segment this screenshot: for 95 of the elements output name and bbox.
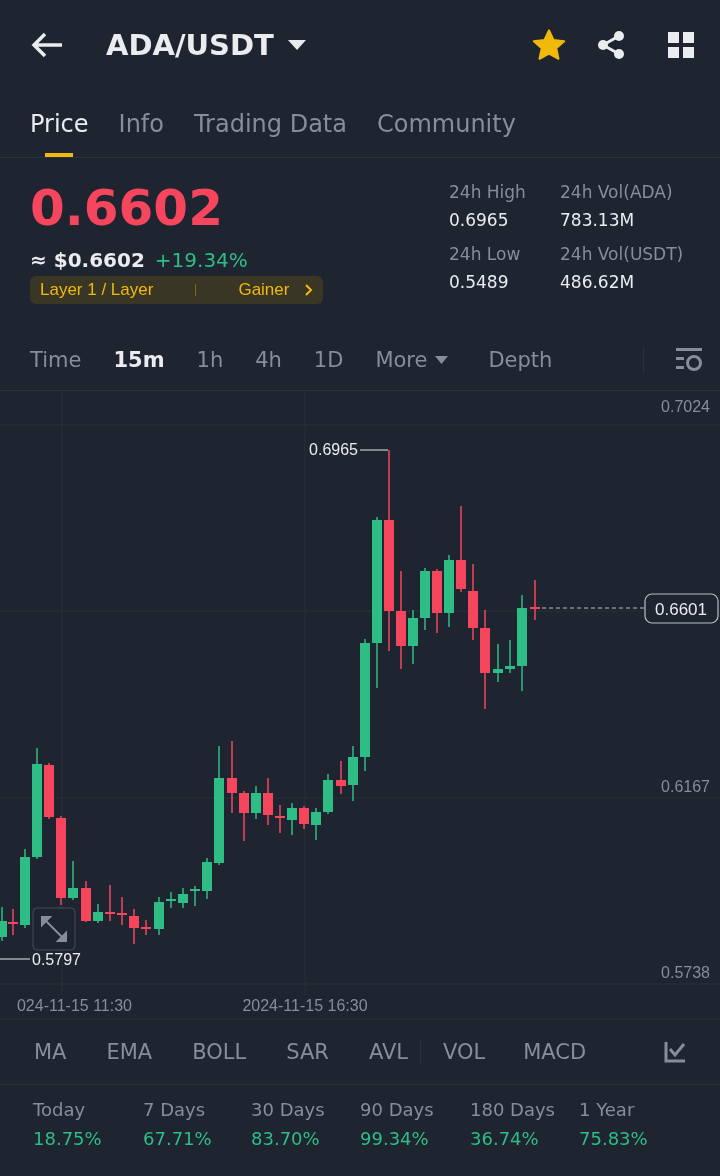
price-axis-label: 0.5738 (661, 964, 710, 981)
indicator-tab[interactable]: BOLL (192, 1040, 247, 1064)
candle (493, 643, 503, 683)
candle (275, 804, 285, 834)
candle (166, 891, 176, 909)
tab[interactable]: Info (118, 90, 164, 157)
price-change: +19.34% (154, 248, 248, 272)
last-price: 0.6602 (30, 180, 224, 236)
interval-tab[interactable]: 15m (113, 348, 165, 372)
stat-value: 0.6965 (449, 210, 510, 230)
caret-icon (435, 356, 449, 364)
period-label: 1 Year (579, 1099, 636, 1120)
candle (202, 857, 212, 900)
period-label: 90 Days (360, 1099, 435, 1120)
tag-label: Gainer (238, 280, 290, 300)
indicator-tab[interactable]: EMA (106, 1040, 153, 1064)
candle (263, 777, 273, 826)
stat-label: 24h Vol(ADA) (560, 182, 674, 202)
candle (178, 887, 188, 909)
candle (68, 860, 78, 901)
last-price-label: 0.6601 (644, 593, 719, 624)
period-label: 7 Days (143, 1099, 207, 1120)
time-axis-label: 2024-11-15 16:30 (242, 997, 368, 1014)
leader-line (359, 449, 389, 451)
candle (81, 880, 91, 923)
candle (8, 908, 18, 936)
interval-tab[interactable]: 4h (255, 348, 282, 372)
low-price-marker: 0.5797 (32, 951, 81, 968)
candle (348, 745, 358, 802)
leader-line (0, 958, 31, 960)
candle (251, 785, 261, 820)
candle (117, 896, 127, 926)
candle (336, 760, 346, 795)
indicator-tab[interactable]: SAR (286, 1040, 329, 1064)
candle (432, 568, 442, 634)
candle (505, 639, 515, 674)
indicator-tab[interactable]: MA (34, 1040, 67, 1064)
chart-settings-icon[interactable] (676, 348, 702, 372)
stat-label: 24h Vol(USDT) (560, 244, 685, 264)
period-change: 83.70% (251, 1128, 321, 1149)
chart-indicator-icon[interactable] (664, 1041, 686, 1063)
period-change: 75.83% (579, 1128, 649, 1149)
candle (311, 807, 321, 841)
chevron-icon (305, 284, 314, 296)
interval-tab[interactable]: Time (30, 348, 82, 372)
tab[interactable]: Trading Data (193, 90, 347, 157)
period-change: 99.34% (360, 1128, 430, 1149)
candle (105, 884, 115, 922)
period-change: 18.75% (33, 1128, 103, 1149)
tag-bar[interactable]: Layer 1 / Layer Gainer (30, 276, 324, 304)
favorite-star-icon[interactable] (532, 29, 566, 61)
high-price-marker: 0.6965 (309, 441, 358, 458)
candle (44, 762, 54, 820)
candle (287, 802, 297, 836)
interval-tab[interactable]: More (375, 348, 449, 372)
tab[interactable]: Community (376, 90, 516, 157)
share-icon[interactable] (596, 30, 626, 60)
stat-label: 24h High (449, 182, 527, 202)
candle (141, 919, 151, 936)
price-axis-label: 0.6167 (661, 778, 710, 795)
candle (93, 903, 103, 924)
candle (129, 908, 139, 945)
candle (239, 790, 249, 842)
candle (299, 805, 309, 830)
interval-tab[interactable]: 1D (313, 348, 344, 372)
expand-icon[interactable] (32, 907, 76, 951)
interval-tab[interactable]: Depth (488, 348, 553, 372)
period-label: Today (33, 1099, 87, 1120)
pair-selector[interactable]: ADA/USDT (106, 28, 306, 62)
candle (420, 567, 430, 631)
stat-label: 24h Low (449, 244, 522, 264)
back-button[interactable] (30, 31, 64, 59)
candle (154, 896, 164, 936)
usd-price: ≈ $0.6602 (30, 248, 145, 272)
period-label: 30 Days (251, 1099, 326, 1120)
grid-icon[interactable] (668, 32, 694, 58)
time-axis-label: 024-11-15 11:30 (16, 997, 132, 1014)
indicator-tab[interactable]: MACD (523, 1040, 587, 1064)
period-change: 67.71% (143, 1128, 213, 1149)
stat-value: 0.5489 (449, 272, 510, 292)
candle (323, 773, 333, 815)
stat-value: 783.13M (560, 210, 636, 230)
price-axis-label: 0.7024 (661, 398, 710, 415)
tab[interactable]: Price (30, 90, 89, 157)
period-change: 36.74% (470, 1128, 540, 1149)
indicator-tab[interactable]: AVL (368, 1040, 408, 1064)
caret-icon (287, 39, 306, 51)
period-label: 180 Days (470, 1099, 556, 1120)
indicator-tab[interactable]: VOL (443, 1040, 486, 1064)
stat-value: 486.62M (560, 272, 636, 292)
interval-tab[interactable]: 1h (196, 348, 224, 372)
candle (530, 579, 540, 621)
tag-label: Layer 1 / Layer (40, 280, 154, 300)
candle (408, 609, 418, 665)
candle (190, 885, 200, 907)
